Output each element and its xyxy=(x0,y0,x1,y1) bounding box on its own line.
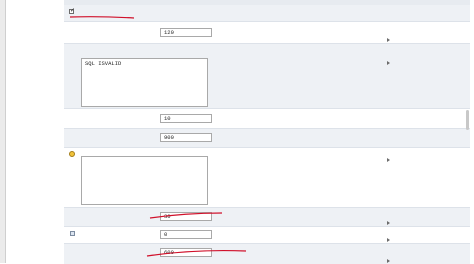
annotation-overlay xyxy=(69,16,247,257)
annotation-underline-2 xyxy=(149,212,223,219)
scrollbar-thumb[interactable] xyxy=(466,110,469,130)
annotation-underline-3 xyxy=(146,249,247,257)
annotation-underline-1 xyxy=(69,16,135,19)
